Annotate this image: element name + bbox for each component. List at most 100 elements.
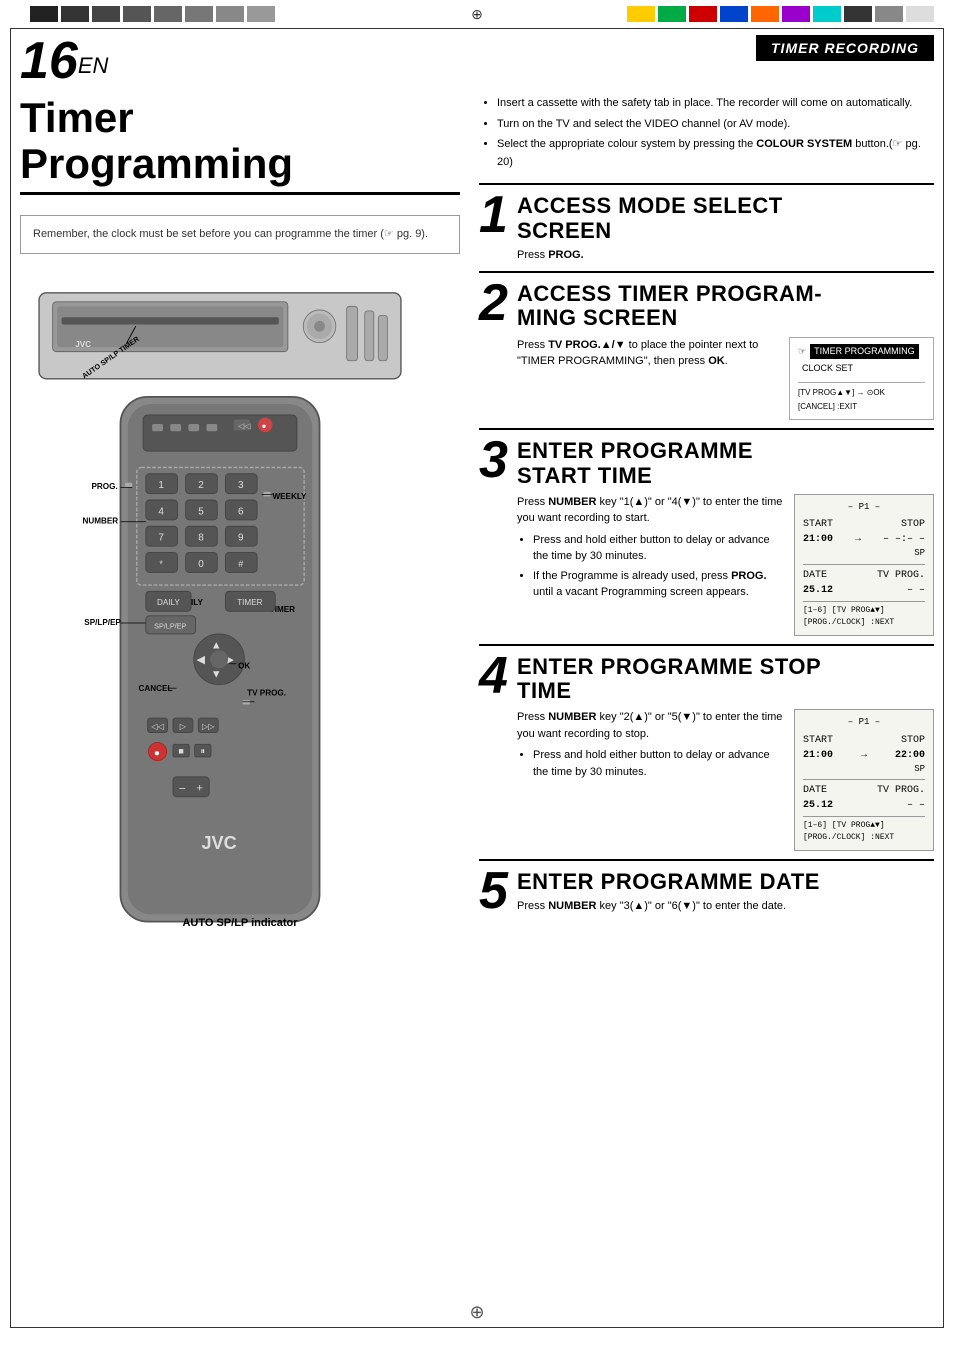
color-seg-light [906, 6, 934, 22]
step-3-bullet-2: If the Programme is already used, press … [533, 568, 786, 601]
page-border-bottom [10, 1327, 944, 1328]
bar-seg [92, 6, 120, 22]
svg-text:NUMBER: NUMBER [82, 516, 118, 525]
step-4-bullet-1: Press and hold either button to delay or… [533, 747, 786, 780]
step-4-lcd-date-vals: 25.12 – – [803, 798, 925, 813]
remote-illustration: JVC AUTO SP/LP TIMER [30, 274, 450, 974]
step-4-lcd-sep2 [803, 816, 925, 817]
svg-text:0: 0 [198, 559, 204, 570]
step-4-lcd-nav: [1–6] [TV PROG▲▼] [PROG./CLOCK] :NEXT [803, 820, 925, 844]
svg-text:OK: OK [238, 661, 250, 670]
svg-text:◁◁: ◁◁ [238, 421, 251, 430]
svg-text:5: 5 [198, 506, 204, 517]
step-3-lcd-date-vals: 25.12 – – [803, 583, 925, 598]
page-number: 16 [20, 32, 78, 90]
svg-text:TV PROG.: TV PROG. [247, 688, 286, 697]
color-seg-gray [875, 6, 903, 22]
step-3-lcd-stop-val: – –:– – [883, 532, 925, 547]
step-4-lcd-stop-label: STOP [901, 733, 925, 748]
step-4-lcd-date-val: 25.12 [803, 798, 833, 813]
svg-text:▷: ▷ [180, 722, 187, 731]
svg-text:*: * [159, 559, 163, 569]
page-border-left [10, 28, 11, 1328]
bar-seg [30, 6, 58, 22]
step-3-bullet-1: Press and hold either button to delay or… [533, 532, 786, 565]
top-bar-color-segments [627, 6, 934, 22]
color-seg-cyan [813, 6, 841, 22]
right-column: Insert a cassette with the safety tab in… [479, 95, 934, 925]
step-3-title: ENTER PROGRAMMESTART TIME [517, 439, 753, 487]
bar-seg [61, 6, 89, 22]
step-2-lcd-item2: CLOCK SET [798, 359, 925, 378]
step-3-lcd-start-val: 21:00 [803, 532, 833, 547]
step-2-section: 2 ACCESS TIMER PROGRAM-MING SCREEN Press… [479, 271, 934, 420]
svg-text:DAILY: DAILY [157, 598, 180, 607]
step-4-lcd-date-label: DATE [803, 783, 827, 798]
intro-bullets: Insert a cassette with the safety tab in… [479, 95, 934, 171]
svg-text:1: 1 [158, 480, 164, 491]
step-4-title: ENTER PROGRAMME STOPTIME [517, 655, 821, 703]
step-3-lcd-date-val: 25.12 [803, 583, 833, 598]
step-3-section: 3 ENTER PROGRAMMESTART TIME Press NUMBER… [479, 428, 934, 635]
step-3-lcd-date-row: DATE TV PROG. [803, 568, 925, 583]
step-4-text: Press NUMBER key "2(▲)" or "5(▼)" to ent… [517, 709, 786, 851]
step-3-lcd-date-label: DATE [803, 568, 827, 583]
step-4-lcd-start-val: 21:00 [803, 748, 833, 763]
intro-bullet-3: Select the appropriate colour system by … [497, 136, 934, 171]
svg-text:SP/LP/EP: SP/LP/EP [154, 621, 186, 630]
step-5-header: 5 ENTER PROGRAMME DATE Press NUMBER key … [479, 865, 934, 917]
step-4-lcd-values: 21:00 → 22:00 [803, 748, 925, 763]
step-4-lcd-header-row: START STOP [803, 733, 925, 748]
step-3-lcd-sep [803, 564, 925, 565]
step-1-number: 1 [479, 189, 509, 241]
step-5-number: 5 [479, 865, 509, 917]
page-border-right [943, 28, 944, 1328]
left-column: TimerProgramming Remember, the clock mus… [20, 95, 460, 1318]
step-3-lcd-sp: SP [803, 547, 925, 561]
top-bar-crosshair: ⊕ [471, 6, 483, 23]
svg-text:+: + [196, 782, 202, 794]
intro-bullet-1: Insert a cassette with the safety tab in… [497, 95, 934, 113]
step-3-lcd-tvprog-label: TV PROG. [877, 568, 925, 583]
step-4-lcd-start-label: START [803, 733, 833, 748]
step-3-lcd-header-row: START STOP [803, 517, 925, 532]
step-4-lcd-date-row: DATE TV PROG. [803, 783, 925, 798]
bar-seg [216, 6, 244, 22]
step-1-instruction: Press PROG. [517, 247, 783, 264]
step-2-number: 2 [479, 277, 509, 329]
step-3-lcd-arrow: → [855, 532, 861, 547]
step-2-lcd: ☞ TIMER PROGRAMMING CLOCK SET [TV PROG▲▼… [789, 337, 934, 421]
step-4-lcd-arrow: → [861, 748, 867, 763]
step-4-lcd-prog: – P1 – [803, 716, 925, 730]
svg-text:4: 4 [158, 506, 164, 517]
step-3-lcd-nav: [1–6] [TV PROG▲▼] [PROG./CLOCK] :NEXT [803, 605, 925, 629]
svg-text:▼: ▼ [211, 668, 222, 680]
step-3-lcd-values: 21:00 → – –:– – [803, 532, 925, 547]
svg-text:2: 2 [198, 480, 204, 491]
color-seg-blue [720, 6, 748, 22]
step-1-header: 1 ACCESS MODE SELECTSCREEN Press PROG. [479, 189, 934, 263]
step-2-body: Press TV PROG.▲/▼ to place the pointer n… [517, 337, 934, 421]
step-4-body: Press NUMBER key "2(▲)" or "5(▼)" to ent… [517, 709, 934, 851]
svg-text:6: 6 [238, 506, 244, 517]
step-1-title: ACCESS MODE SELECTSCREEN [517, 194, 783, 242]
color-seg-orange [751, 6, 779, 22]
step-3-header: 3 ENTER PROGRAMMESTART TIME [479, 434, 934, 487]
color-seg-yellow [627, 6, 655, 22]
step-3-lcd-sep2 [803, 601, 925, 602]
svg-text:TIMER: TIMER [237, 598, 262, 607]
bar-seg [123, 6, 151, 22]
step-4-lcd-sp: SP [803, 763, 925, 777]
step-4-header: 4 ENTER PROGRAMME STOPTIME [479, 650, 934, 703]
step-3-lcd-prog: – P1 – [803, 501, 925, 515]
step-2-header: 2 ACCESS TIMER PROGRAM-MING SCREEN [479, 277, 934, 330]
svg-text:8: 8 [198, 533, 204, 544]
step-3-lcd-stop-label: STOP [901, 517, 925, 532]
step-2-lcd-selected: TIMER PROGRAMMING [810, 344, 919, 359]
step-3-lcd-tvprog-val: – – [907, 583, 925, 598]
step-3-body: Press NUMBER key "1(▲)" or "4(▼)" to ent… [517, 494, 934, 636]
svg-text:7: 7 [158, 533, 164, 544]
bar-seg [247, 6, 275, 22]
step-3-number: 3 [479, 434, 509, 486]
svg-text:3: 3 [238, 480, 244, 491]
